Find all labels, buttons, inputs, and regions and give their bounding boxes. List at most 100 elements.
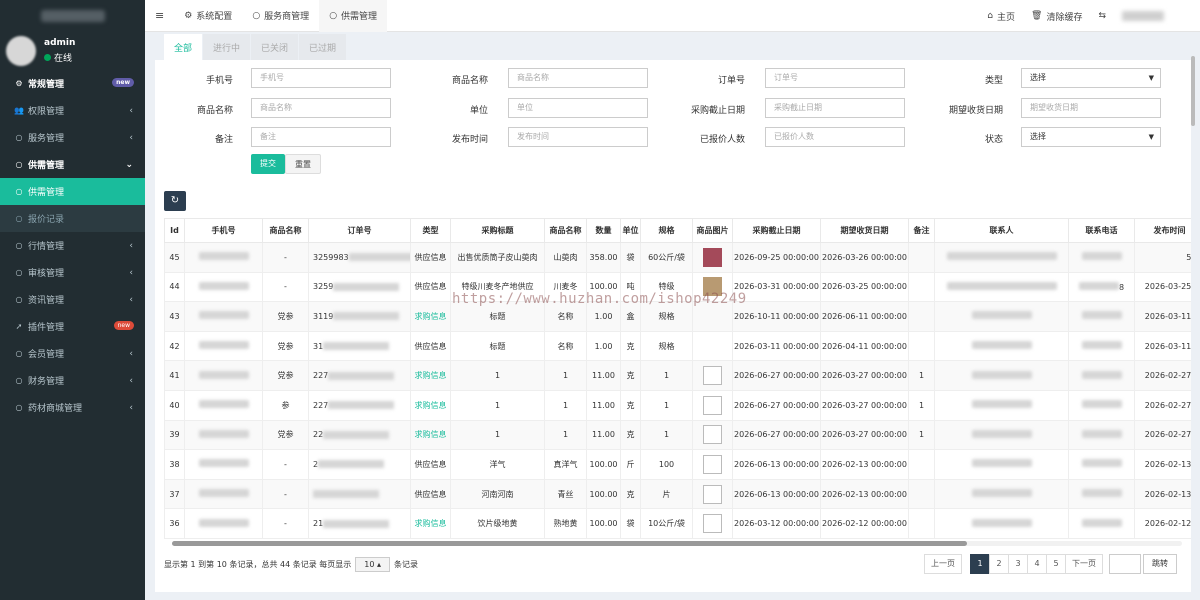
submit-button[interactable]: 提交 bbox=[251, 154, 285, 174]
table-row[interactable]: 42 党参 31 供应信息 标题 名称 1.00 克规格 2026-03-11 00:00:00… bbox=[164, 330, 1191, 362]
sidebar-item-12[interactable]: ○ 药材商城管理 ‹ bbox=[0, 394, 145, 421]
column-header[interactable]: 商品名称 bbox=[262, 218, 309, 243]
vertical-scrollbar[interactable] bbox=[1191, 34, 1197, 564]
product-image[interactable] bbox=[703, 395, 722, 415]
table-cell: 河南河南 bbox=[450, 478, 545, 510]
table-cell: 供应信息 bbox=[410, 449, 451, 480]
product-image[interactable] bbox=[703, 514, 722, 534]
language-icon[interactable]: ⇆ bbox=[1090, 0, 1114, 32]
column-header[interactable]: 手机号 bbox=[184, 218, 263, 243]
sidebar-item-11[interactable]: ○ 财务管理 ‹ bbox=[0, 367, 145, 394]
jump-page-input[interactable] bbox=[1109, 554, 1141, 574]
clear-cache-button[interactable]: 🗑 清除缓存 bbox=[1023, 0, 1090, 32]
sidebar-item-1[interactable]: 👥 权限管理 ‹ bbox=[0, 97, 145, 124]
column-header[interactable]: 规格 bbox=[640, 218, 693, 243]
logo[interactable] bbox=[0, 0, 145, 32]
filter-input[interactable]: 期望收货日期 bbox=[1021, 98, 1161, 118]
sidebar-item-5[interactable]: ○ 报价记录 bbox=[0, 205, 145, 232]
product-image[interactable] bbox=[703, 454, 722, 474]
column-header[interactable]: 类型 bbox=[410, 218, 451, 243]
filter-input[interactable]: 订单号 bbox=[765, 68, 905, 88]
tab-closed[interactable]: 已关闭 bbox=[251, 34, 299, 60]
product-image[interactable] bbox=[703, 484, 722, 504]
column-header[interactable]: 联系人 bbox=[934, 218, 1069, 243]
table-cell: 60公斤/袋 bbox=[640, 242, 693, 273]
table-row[interactable]: 45 -3259983 供应信息 出售优质筒子皮山萸肉 山萸肉 358.00 袋 60公斤/袋… bbox=[164, 242, 1191, 273]
jump-button[interactable]: 跳转 bbox=[1143, 554, 1177, 574]
table-row[interactable]: 36 -21 求购信息 饮片级地黄 熟地黄 100.00 袋 10公斤/袋 2026-03-12… bbox=[164, 508, 1191, 539]
menu-toggle-button[interactable]: ≡ bbox=[145, 0, 174, 32]
table-cell: 43 bbox=[164, 301, 185, 332]
circle-icon: ○ bbox=[15, 349, 23, 358]
column-header[interactable]: 联系电话 bbox=[1068, 218, 1135, 243]
sidebar-item-7[interactable]: ○ 审核管理 ‹ bbox=[0, 259, 145, 286]
product-image[interactable] bbox=[703, 366, 722, 386]
sidebar-item-10[interactable]: ○ 会员管理 ‹ bbox=[0, 340, 145, 367]
column-header[interactable]: 期望收货日期 bbox=[820, 218, 909, 243]
page-size-select[interactable]: 10 ▴ bbox=[355, 556, 390, 572]
filter-input[interactable]: 发布时间 bbox=[508, 127, 648, 147]
sidebar-item-0[interactable]: ⚙ 常规管理 new bbox=[0, 70, 145, 97]
filter-input[interactable]: 手机号 bbox=[251, 68, 391, 88]
filter-select[interactable]: 选择 ▼ bbox=[1021, 127, 1161, 147]
column-header[interactable]: 采购标题 bbox=[450, 218, 545, 243]
filter-input[interactable]: 备注 bbox=[251, 127, 391, 147]
table-row[interactable]: 40 参 227 求购信息 1 1 11.00 克 1 2026-06-27 00:00:00 20… bbox=[164, 389, 1191, 421]
page-1-button[interactable]: 1 bbox=[970, 554, 990, 574]
column-header[interactable]: 单位 bbox=[620, 218, 641, 243]
page-3-button[interactable]: 3 bbox=[1008, 554, 1028, 574]
filter-label: 商品名称 bbox=[196, 106, 233, 116]
table-cell: 37 bbox=[164, 478, 185, 510]
column-header[interactable]: 备注 bbox=[908, 218, 935, 243]
sidebar-item-2[interactable]: ○ 服务管理 ‹ bbox=[0, 124, 145, 151]
filter-input[interactable]: 商品名称 bbox=[508, 68, 648, 88]
product-image[interactable] bbox=[703, 247, 722, 267]
tab-service-provider[interactable]: ○ 服务商管理 bbox=[242, 0, 319, 32]
refresh-button[interactable]: ↻ bbox=[164, 191, 186, 211]
sidebar-item-8[interactable]: ○ 资讯管理 ‹ bbox=[0, 286, 145, 313]
tab-in-progress[interactable]: 进行中 bbox=[203, 34, 251, 60]
table-row[interactable]: 41 党参 227 求购信息 1 1 11.00 克 1 2026-06-27 00:00:00 2… bbox=[164, 360, 1191, 391]
sidebar-item-3[interactable]: ○ 供需管理 ⌄ bbox=[0, 151, 145, 178]
summary-text: 显示第 1 到第 10 条记录，总共 44 条记录 每页显示 bbox=[164, 559, 352, 569]
user-menu[interactable] bbox=[1114, 0, 1200, 32]
table-cell: 供应信息 bbox=[410, 478, 451, 510]
sidebar-item-6[interactable]: ○ 行情管理 ‹ bbox=[0, 232, 145, 259]
prev-page-button[interactable]: 上一页 bbox=[924, 554, 962, 574]
sidebar-item-label: 权限管理 bbox=[28, 107, 65, 117]
table-row[interactable]: 39 党参 22 求购信息 1 1 11.00 克 1 2026-06-27 00:00:00 20… bbox=[164, 419, 1191, 451]
page-2-button[interactable]: 2 bbox=[989, 554, 1009, 574]
table-body: 45-3259983 供应信息 出售优质筒子皮山萸肉 山萸肉 358.00 袋 60公斤/袋… bbox=[164, 242, 1191, 539]
tab-all[interactable]: 全部 bbox=[164, 34, 203, 60]
reset-button[interactable]: 重置 bbox=[285, 154, 321, 174]
tab-system-config[interactable]: ⚙ 系统配置 bbox=[174, 0, 242, 32]
home-link[interactable]: ⌂ 主页 bbox=[979, 0, 1023, 32]
column-header[interactable]: 采购截止日期 bbox=[732, 218, 821, 243]
table-cell bbox=[934, 478, 1069, 510]
column-header[interactable]: 商品图片 bbox=[692, 218, 733, 243]
column-header[interactable]: 订单号 bbox=[308, 218, 411, 243]
page-5-button[interactable]: 5 bbox=[1046, 554, 1066, 574]
table-cell: 39 bbox=[164, 419, 185, 451]
sidebar-item-9[interactable]: ➚ 插件管理 new bbox=[0, 313, 145, 340]
column-header[interactable]: 发布时间 bbox=[1134, 218, 1191, 243]
column-header[interactable]: Id bbox=[164, 218, 185, 243]
filter-select[interactable]: 选择 ▼ bbox=[1021, 68, 1161, 88]
page-4-button[interactable]: 4 bbox=[1027, 554, 1047, 574]
filter-input[interactable]: 商品名称 bbox=[251, 98, 391, 118]
column-header[interactable]: 商品名称 bbox=[544, 218, 587, 243]
table-row[interactable]: 38 -2 供应信息 洋气 真洋气 100.00 斤 100 2026-06-13 00:00:… bbox=[164, 449, 1191, 480]
tab-supply-demand[interactable]: ○ 供需管理 bbox=[319, 0, 388, 32]
table-row[interactable]: 37 - 供应信息 河南河南 青丝 100.00 克片 2026-06-13 00:00:00… bbox=[164, 478, 1191, 510]
tab-expired[interactable]: 已过期 bbox=[299, 34, 347, 60]
filter-input[interactable]: 采购截止日期 bbox=[765, 98, 905, 118]
filter-input[interactable]: 已报价人数 bbox=[765, 127, 905, 147]
column-header[interactable]: 数量 bbox=[586, 218, 621, 243]
table-cell: 2026-03-27 00:00:00 bbox=[820, 419, 909, 451]
filter-input[interactable]: 单位 bbox=[508, 98, 648, 118]
sidebar-item-4[interactable]: ○ 供需管理 bbox=[0, 178, 145, 205]
horizontal-scrollbar[interactable] bbox=[172, 541, 1182, 546]
table-cell: 8 bbox=[1068, 271, 1135, 303]
product-image[interactable] bbox=[703, 425, 722, 445]
next-page-button[interactable]: 下一页 bbox=[1065, 554, 1103, 574]
